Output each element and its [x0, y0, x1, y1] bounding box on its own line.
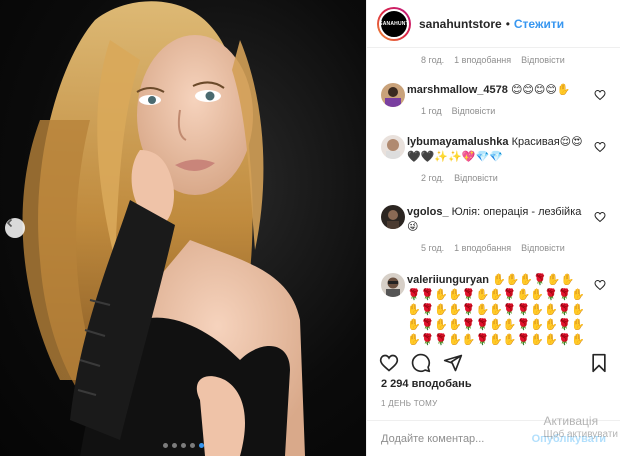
comment-text: valeriiunguryan ✋✋✋🌹✋✋🌹🌹✋✋🌹✋✋🌹✋✋🌹🌹✋✋🌹✋✋🌹…	[407, 273, 620, 346]
reply-button[interactable]: Відповісти	[521, 55, 565, 65]
avatar-image	[381, 273, 405, 297]
carousel-indicator	[0, 443, 366, 448]
avatar[interactable]: SANAHUNT	[377, 6, 411, 41]
comment-username[interactable]: valeriiunguryan	[407, 274, 489, 286]
likes-count[interactable]: 2 294 вподобань	[381, 378, 472, 390]
share-send-icon[interactable]	[443, 353, 463, 373]
comment-time: 2 год.	[421, 173, 445, 183]
comment-body: 😊😊😊😊✋	[510, 84, 571, 96]
carousel-prev-button[interactable]	[5, 218, 25, 238]
avatar[interactable]	[381, 83, 405, 107]
avatar-logo: SANAHUNT	[379, 8, 409, 39]
carousel-dot	[180, 443, 186, 448]
watermark-line2: Щоб активувати	[543, 429, 618, 440]
follow-button[interactable]: Стежити	[514, 17, 564, 31]
avatar[interactable]	[381, 273, 405, 297]
reply-button[interactable]: Відповісти	[521, 243, 565, 253]
comment-time: 5 год.	[421, 243, 445, 253]
post-header: SANAHUNT sanahuntstore • Стежити	[367, 0, 620, 48]
avatar-image	[381, 83, 405, 107]
comment-text: vgolos_ Юлія: операція - лезбійка😜	[407, 205, 620, 235]
avatar[interactable]	[381, 135, 405, 159]
comment-likes[interactable]: 1 вподобання	[454, 55, 511, 65]
comment-meta: 1 год Відповісти	[381, 106, 620, 116]
carousel-dot	[162, 443, 168, 448]
post-actions	[367, 348, 620, 378]
heart-icon[interactable]	[594, 279, 606, 291]
heart-icon[interactable]	[594, 89, 606, 101]
reply-button[interactable]: Відповісти	[452, 106, 496, 116]
carousel-dot	[189, 443, 195, 448]
header-username[interactable]: sanahuntstore	[419, 17, 502, 31]
reply-button[interactable]: Відповісти	[454, 173, 498, 183]
comments-list[interactable]: 8 год. 1 вподобання Відповісти marshmall…	[367, 49, 620, 346]
comment-item: vgolos_ Юлія: операція - лезбійка😜 5 год…	[367, 205, 620, 253]
comment-time: 1 год	[421, 106, 442, 116]
separator-dot: •	[505, 16, 510, 31]
avatar[interactable]	[381, 205, 405, 229]
partial-comment-meta: 8 год. 1 вподобання Відповісти	[367, 55, 565, 65]
heart-icon[interactable]	[594, 141, 606, 153]
post-sidebar: SANAHUNT sanahuntstore • Стежити 8 год. …	[366, 0, 620, 456]
comment-username[interactable]: marshmallow_4578	[407, 84, 508, 96]
comment-username[interactable]: lybumayamalushka	[407, 136, 509, 148]
comment-username[interactable]: vgolos_	[407, 206, 449, 218]
comment-item: valeriiunguryan ✋✋✋🌹✋✋🌹🌹✋✋🌹✋✋🌹✋✋🌹🌹✋✋🌹✋✋🌹…	[367, 273, 620, 346]
comment-input[interactable]	[381, 432, 531, 445]
avatar-image	[381, 135, 405, 159]
windows-activation-watermark: Активація Щоб активувати	[544, 414, 618, 442]
comment-item: marshmallow_4578 😊😊😊😊✋ 1 год Відповісти	[367, 83, 620, 116]
comment-likes[interactable]: 1 вподобання	[454, 243, 511, 253]
post-timestamp: 1 ДЕНЬ ТОМУ	[381, 399, 438, 408]
carousel-dot	[171, 443, 177, 448]
bookmark-icon[interactable]	[590, 353, 608, 373]
comment-bubble-icon[interactable]	[411, 353, 431, 373]
like-heart-icon[interactable]	[379, 353, 399, 373]
avatar-image	[381, 205, 405, 229]
comment-meta: 2 год. Відповісти	[381, 173, 620, 183]
carousel-dot	[198, 443, 204, 448]
comment-item: lybumayamalushka Красивая😌😍🖤🖤✨✨💖💎💎 2 год…	[367, 135, 620, 183]
comment-text: lybumayamalushka Красивая😌😍🖤🖤✨✨💖💎💎	[407, 135, 620, 165]
comment-text: marshmallow_4578 😊😊😊😊✋	[407, 83, 620, 98]
heart-icon[interactable]	[594, 211, 606, 223]
comment-meta: 5 год. 1 вподобання Відповісти	[381, 243, 620, 253]
photo-illustration	[22, 1, 305, 456]
comment-time: 8 год.	[421, 55, 445, 65]
chevron-left-icon	[6, 218, 13, 228]
watermark-line1: Активація	[543, 414, 599, 428]
post-photo[interactable]	[0, 0, 366, 456]
